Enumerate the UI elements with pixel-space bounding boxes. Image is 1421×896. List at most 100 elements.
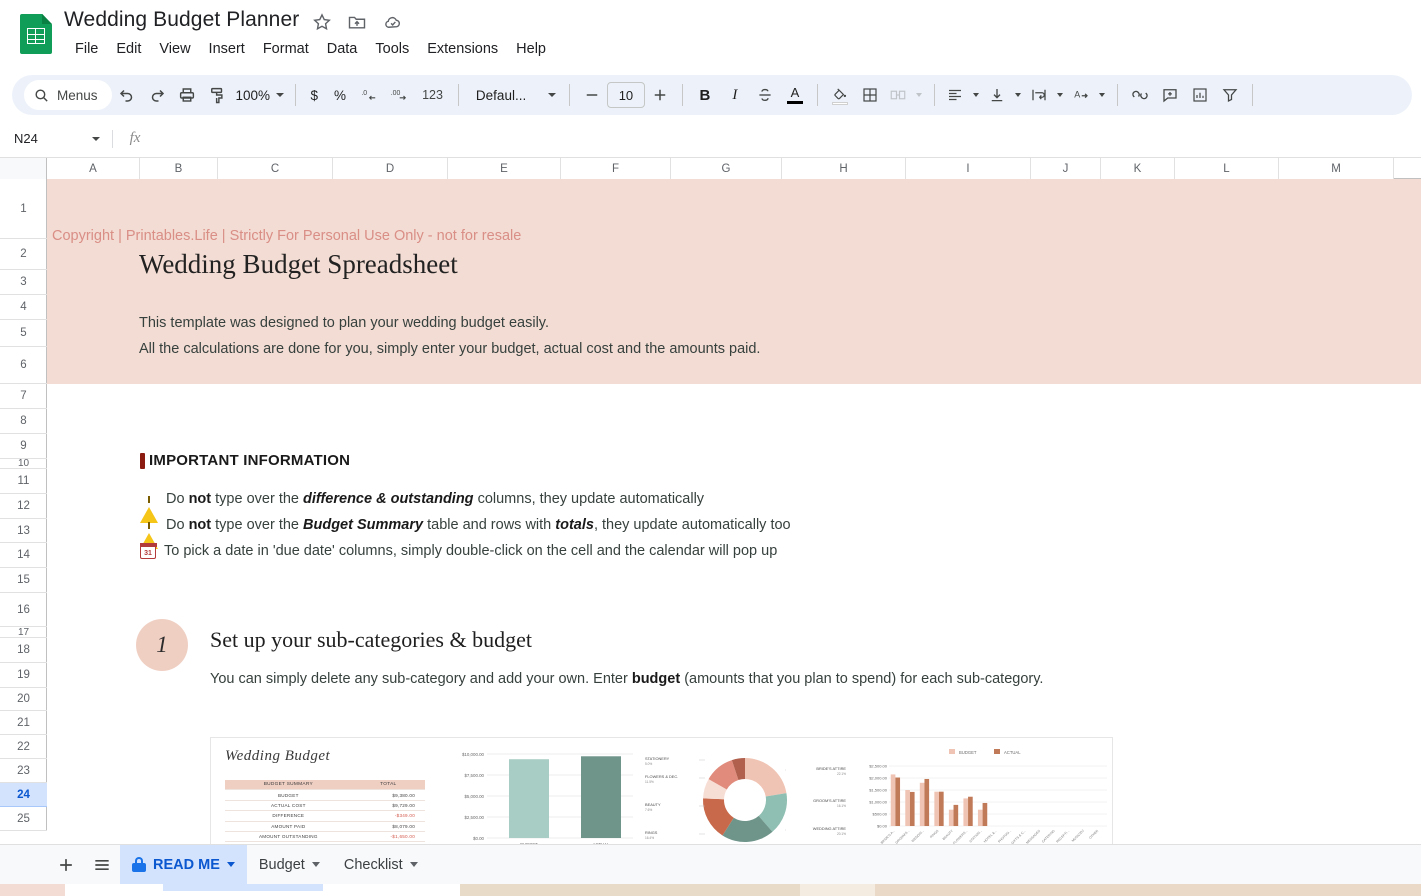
row-header-4[interactable]: 4 <box>0 295 47 320</box>
menu-format[interactable]: Format <box>254 38 318 60</box>
column-header-a[interactable]: A <box>47 158 140 179</box>
menu-edit[interactable]: Edit <box>107 38 150 60</box>
row-header-1[interactable]: 1 <box>0 179 47 239</box>
column-header-e[interactable]: E <box>448 158 561 179</box>
row-header-5[interactable]: 5 <box>0 320 47 347</box>
sheet-tab-budget[interactable]: Budget <box>247 845 332 885</box>
row-header-23[interactable]: 23 <box>0 759 47 783</box>
horizontal-align-button[interactable] <box>942 80 984 110</box>
percent-format-button[interactable]: % <box>326 80 354 110</box>
create-filter-button[interactable] <box>1215 80 1245 110</box>
merge-cells-button[interactable] <box>885 80 927 110</box>
column-header-m[interactable]: M <box>1279 158 1394 179</box>
chevron-down-icon[interactable] <box>410 862 418 867</box>
column-header-g[interactable]: G <box>671 158 782 179</box>
menu-data[interactable]: Data <box>318 38 367 60</box>
row-header-18[interactable]: 18 <box>0 638 47 663</box>
paint-format-button[interactable] <box>202 80 232 110</box>
chevron-down-icon[interactable] <box>227 862 235 867</box>
zoom-selector[interactable]: 100% <box>232 88 288 103</box>
select-all-corner[interactable] <box>0 158 47 179</box>
row-header-19[interactable]: 19 <box>0 663 47 688</box>
row-header-15[interactable]: 15 <box>0 568 47 593</box>
row-header-8[interactable]: 8 <box>0 409 47 434</box>
row-header-20[interactable]: 20 <box>0 688 47 711</box>
increase-decimal-button[interactable]: .00 <box>384 80 414 110</box>
column-header-f[interactable]: F <box>561 158 671 179</box>
svg-text:RINGS: RINGS <box>645 830 658 835</box>
cloud-saved-icon[interactable] <box>383 12 405 34</box>
column-header-c[interactable]: C <box>218 158 333 179</box>
row-header-9[interactable]: 9 <box>0 434 47 459</box>
row-header-12[interactable]: 12 <box>0 494 47 519</box>
row-value: -$349.00 <box>352 811 425 821</box>
svg-text:$0.00: $0.00 <box>877 824 888 829</box>
menu-tools[interactable]: Tools <box>366 38 418 60</box>
row-header-3[interactable]: 3 <box>0 270 47 295</box>
add-sheet-button[interactable] <box>48 847 84 883</box>
print-button[interactable] <box>172 80 202 110</box>
move-to-folder-icon[interactable] <box>347 12 369 34</box>
vertical-align-button[interactable] <box>984 80 1026 110</box>
document-title[interactable]: Wedding Budget Planner <box>64 8 299 32</box>
column-header-b[interactable]: B <box>140 158 218 179</box>
chevron-down-icon[interactable] <box>312 862 320 867</box>
sheet-tab-read-me[interactable]: READ ME <box>120 845 247 885</box>
decrease-decimal-button[interactable]: .0 <box>354 80 384 110</box>
insert-link-button[interactable] <box>1125 80 1155 110</box>
redo-button[interactable] <box>142 80 172 110</box>
undo-button[interactable] <box>112 80 142 110</box>
strikethrough-button[interactable] <box>750 80 780 110</box>
bold-button[interactable]: B <box>690 80 720 110</box>
row-header-14[interactable]: 14 <box>0 543 47 568</box>
row-header-21[interactable]: 21 <box>0 711 47 735</box>
svg-text:.00: .00 <box>391 90 401 97</box>
menu-extensions[interactable]: Extensions <box>418 38 507 60</box>
row-header-11[interactable]: 11 <box>0 469 47 494</box>
fill-color-icon[interactable] <box>825 80 855 110</box>
font-size-input[interactable]: 10 <box>607 82 645 108</box>
row-header-13[interactable]: 13 <box>0 519 47 543</box>
row-header-10[interactable]: 10 <box>0 459 47 469</box>
embedded-preview-image[interactable]: Wedding Budget BUDGET SUMMARY TOTAL BUDG… <box>210 737 1113 844</box>
more-formats-button[interactable]: 123 <box>414 80 451 110</box>
column-header-l[interactable]: L <box>1175 158 1279 179</box>
font-family-selector[interactable]: Defaul... <box>466 88 562 103</box>
increase-font-size-button[interactable] <box>645 80 675 110</box>
row-header-2[interactable]: 2 <box>0 239 47 270</box>
row-header-22[interactable]: 22 <box>0 735 47 759</box>
italic-button[interactable]: I <box>720 80 750 110</box>
sheet-tab-checklist[interactable]: Checklist <box>332 845 430 885</box>
formula-input[interactable] <box>157 120 1421 157</box>
column-header-i[interactable]: I <box>906 158 1031 179</box>
svg-text:$2,500.00: $2,500.00 <box>869 764 888 769</box>
row-header-17[interactable]: 17 <box>0 627 47 638</box>
name-box[interactable]: N24 <box>0 120 112 157</box>
column-header-d[interactable]: D <box>333 158 448 179</box>
all-sheets-menu-button[interactable] <box>84 847 120 883</box>
svg-text:A: A <box>1074 89 1080 99</box>
insert-comment-button[interactable] <box>1155 80 1185 110</box>
column-header-j[interactable]: J <box>1031 158 1101 179</box>
text-wrap-button[interactable] <box>1026 80 1068 110</box>
decrease-font-size-button[interactable] <box>577 80 607 110</box>
column-header-h[interactable]: H <box>782 158 906 179</box>
menus-search-button[interactable]: Menus <box>24 80 112 110</box>
insert-chart-button[interactable] <box>1185 80 1215 110</box>
menu-file[interactable]: File <box>66 38 107 60</box>
row-header-7[interactable]: 7 <box>0 384 47 409</box>
column-header-k[interactable]: K <box>1101 158 1175 179</box>
borders-icon[interactable] <box>855 80 885 110</box>
menu-help[interactable]: Help <box>507 38 555 60</box>
row-header-6[interactable]: 6 <box>0 347 47 384</box>
currency-format-button[interactable]: $ <box>303 80 327 110</box>
menu-insert[interactable]: Insert <box>200 38 254 60</box>
text-color-button[interactable]: A <box>780 80 810 110</box>
row-header-24[interactable]: 24 <box>0 783 47 807</box>
row-header-25[interactable]: 25 <box>0 807 47 831</box>
text-rotation-button[interactable]: A <box>1068 80 1110 110</box>
google-sheets-logo[interactable] <box>20 14 52 54</box>
row-header-16[interactable]: 16 <box>0 593 47 627</box>
menu-view[interactable]: View <box>150 38 199 60</box>
star-icon[interactable] <box>312 12 334 34</box>
